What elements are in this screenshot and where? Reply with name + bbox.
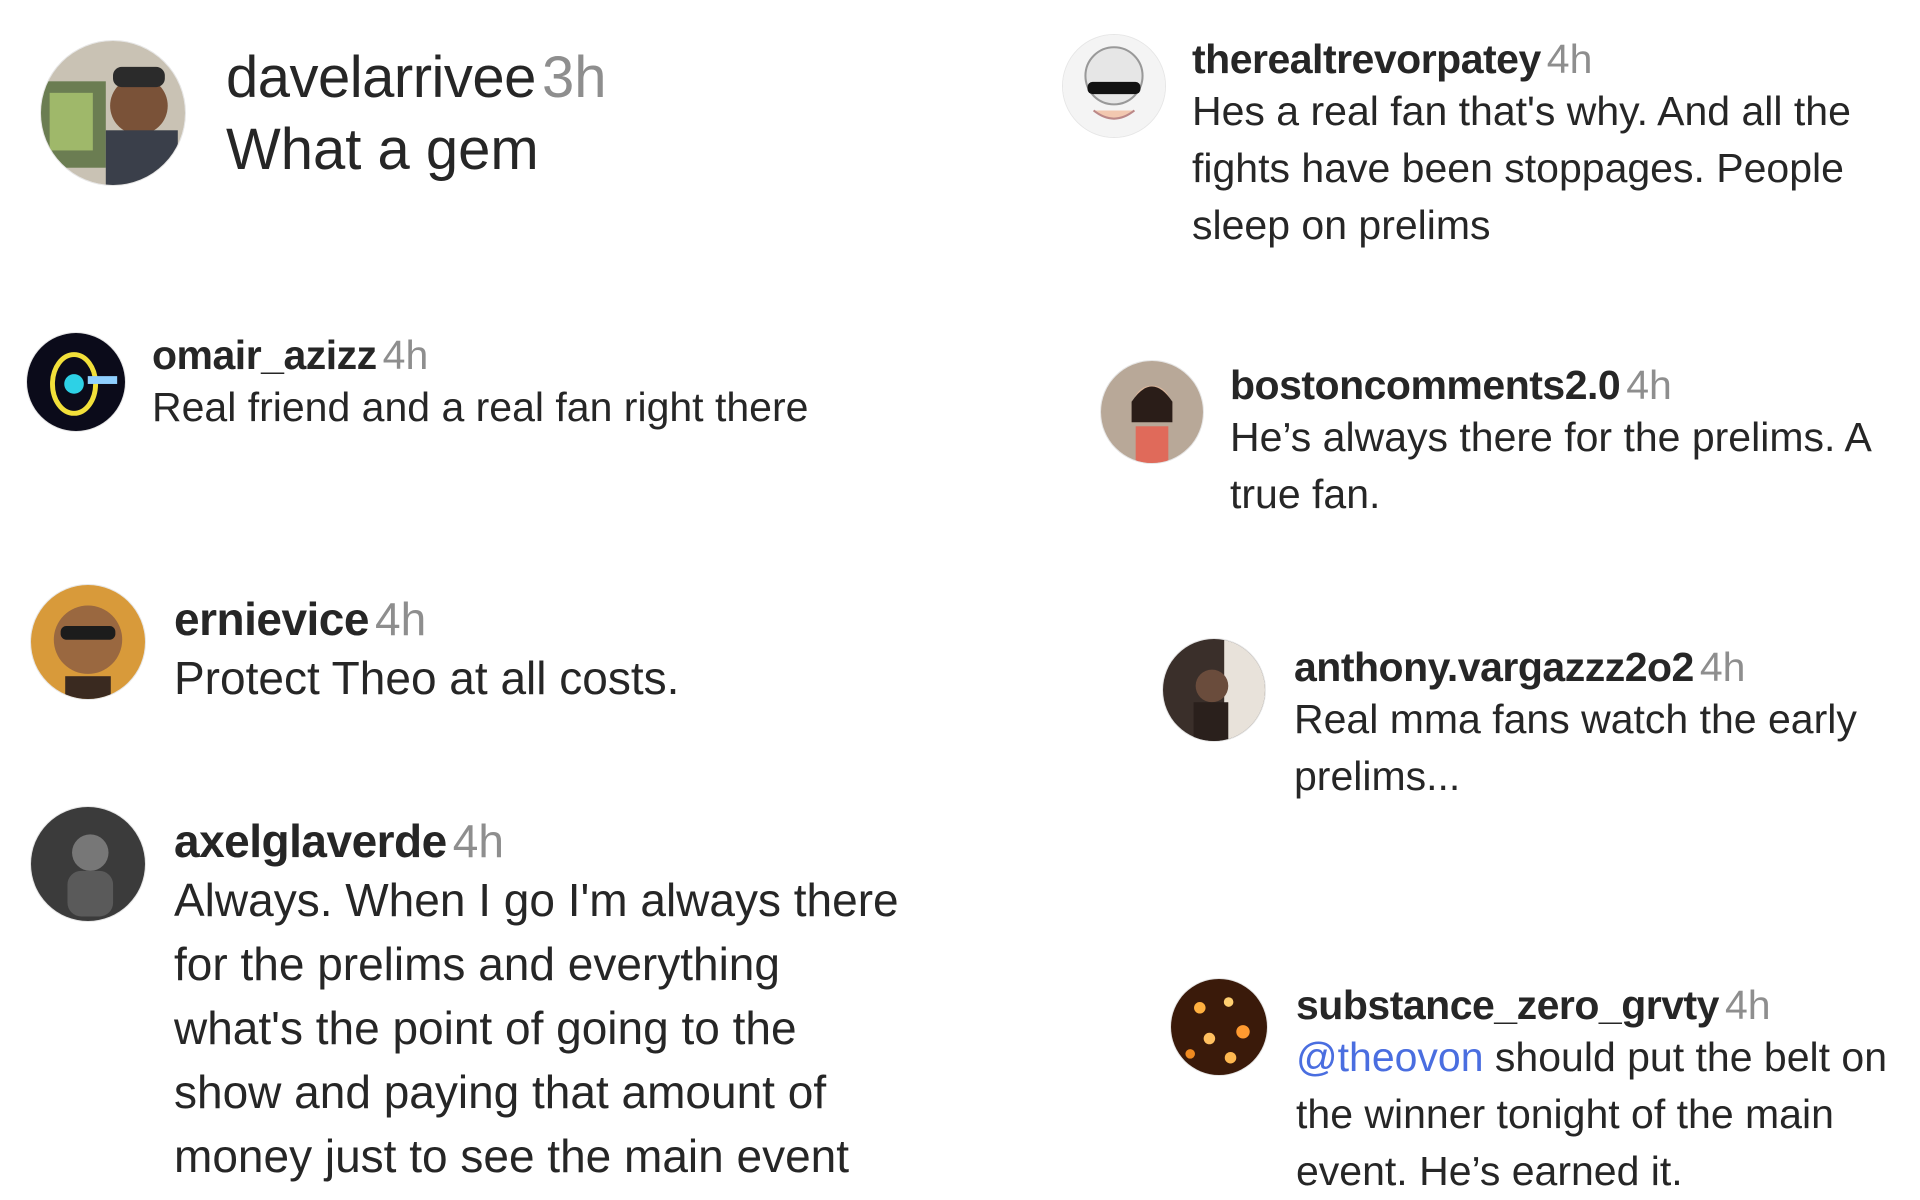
comment-timestamp[interactable]: 4h (453, 815, 504, 867)
comment: bostoncomments2.0 4h He’s always there fo… (1100, 360, 1872, 523)
comment-timestamp[interactable]: 4h (383, 332, 429, 378)
comment-text-line: true fan. (1230, 471, 1381, 517)
comment-text: What a gem (226, 117, 539, 182)
avatar[interactable] (1170, 978, 1268, 1076)
avatar[interactable] (40, 40, 186, 186)
comment-text-line: what's the point of going to the (174, 1002, 797, 1054)
avatar[interactable] (1100, 360, 1204, 464)
comment-timestamp[interactable]: 4h (375, 593, 426, 645)
avatar-photo-icon (31, 585, 145, 699)
avatar-cartoon-icon (1063, 35, 1165, 137)
comment-text: Real friend and a real fan right there (152, 384, 809, 430)
comment-text-line: prelims... (1294, 753, 1461, 799)
comment: anthony.vargazzz2o2 4h Real mma fans watc… (1162, 638, 1857, 805)
comment: davelarrivee 3h What a gem (40, 40, 606, 189)
comment: axelglaverde 4h Always. When I go I'm alw… (30, 806, 899, 1188)
comment-text-line: the winner tonight of the main (1296, 1091, 1834, 1137)
comment-username[interactable]: axelglaverde (174, 815, 447, 867)
avatar-logo-icon (27, 333, 125, 431)
comment-text-fragment: should put the belt on (1483, 1034, 1888, 1080)
avatar[interactable] (30, 584, 146, 700)
comment: substance_zero_grvty 4h @theovon should p… (1170, 978, 1887, 1200)
comment-text-line: money just to see the main event (174, 1130, 850, 1182)
comment-text: Protect Theo at all costs. (174, 652, 680, 704)
avatar[interactable] (1062, 34, 1166, 138)
comment-timestamp[interactable]: 4h (1626, 362, 1672, 408)
comment-text-line: @theovon should put the belt on (1296, 1029, 1887, 1086)
comment-text-line: sleep on prelims (1192, 202, 1491, 248)
comment-text-line: Always. When I go I'm always there (174, 874, 899, 926)
mention-link[interactable]: @theovon (1296, 1034, 1484, 1080)
comment-username[interactable]: davelarrivee (226, 45, 536, 110)
comment-timestamp[interactable]: 4h (1547, 36, 1593, 82)
comment-username[interactable]: therealtrevorpatey (1192, 36, 1541, 82)
comment-username[interactable]: substance_zero_grvty (1296, 982, 1719, 1028)
comment: therealtrevorpatey 4h Hes a real fan that… (1062, 34, 1851, 254)
avatar[interactable] (30, 806, 146, 922)
comment-text-line: He’s always there for the prelims. A (1230, 414, 1872, 460)
avatar[interactable] (1162, 638, 1266, 742)
comment-text-line: event. He’s earned it. (1296, 1148, 1683, 1194)
comment-text-line: Hes a real fan that's why. And all the (1192, 88, 1851, 134)
comment-timestamp[interactable]: 4h (1725, 982, 1771, 1028)
comment-text-line: show and paying that amount of (174, 1066, 827, 1118)
comment-text-line: fights have been stoppages. People (1192, 145, 1844, 191)
comment: ernievice 4h Protect Theo at all costs. (30, 584, 679, 710)
avatar[interactable] (26, 332, 126, 432)
avatar-photo-icon (31, 807, 145, 921)
avatar-photo-icon (1101, 361, 1203, 463)
avatar-lights-icon (1171, 979, 1267, 1075)
comment-text-line: Real mma fans watch the early (1294, 696, 1857, 742)
comment-timestamp[interactable]: 3h (542, 45, 607, 110)
comment-username[interactable]: anthony.vargazzz2o2 (1294, 644, 1694, 690)
comment-timestamp[interactable]: 4h (1700, 644, 1746, 690)
comment-text-line: for the prelims and everything (174, 938, 780, 990)
comment-username[interactable]: bostoncomments2.0 (1230, 362, 1621, 408)
comment: omair_azizz 4h Real friend and a real fan… (26, 332, 808, 436)
comment-username[interactable]: omair_azizz (152, 332, 377, 378)
comment-username[interactable]: ernievice (174, 593, 369, 645)
avatar-photo-icon (1163, 639, 1265, 741)
avatar-photo-icon (41, 41, 185, 185)
